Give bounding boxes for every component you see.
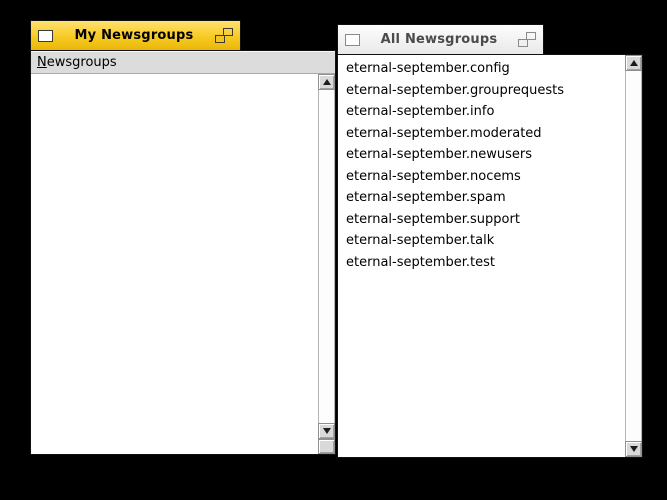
scrollbar-trough[interactable] [625, 71, 642, 441]
resize-icon-front [518, 39, 528, 47]
list-item[interactable]: eternal-september.newusers [338, 144, 625, 166]
window-body-my-newsgroups: Newsgroups [30, 50, 336, 455]
iconify-icon[interactable] [345, 34, 360, 46]
list-item[interactable]: eternal-september.info [338, 101, 625, 123]
scroll-down-button[interactable] [625, 441, 642, 457]
resize-icon-front [215, 35, 225, 43]
vertical-scrollbar [318, 74, 335, 439]
all-newsgroups-list[interactable]: eternal-september.configeternal-septembe… [338, 55, 625, 457]
scroll-up-button[interactable] [318, 74, 335, 90]
scroll-up-button[interactable] [625, 55, 642, 71]
iconify-icon[interactable] [38, 30, 53, 42]
window-title: My Newsgroups [59, 28, 209, 43]
titlebar-all-newsgroups[interactable]: All Newsgroups [337, 24, 544, 55]
scroll-down-icon [630, 446, 638, 452]
list-item[interactable]: eternal-september.config [338, 58, 625, 80]
list-item[interactable]: eternal-september.nocems [338, 166, 625, 188]
list-item[interactable]: eternal-september.moderated [338, 123, 625, 145]
scrollbar-trough[interactable] [318, 90, 335, 423]
my-newsgroups-list[interactable] [31, 74, 318, 454]
menu-newsgroups[interactable]: Newsgroups [31, 51, 123, 74]
list-item[interactable]: eternal-september.grouprequests [338, 80, 625, 102]
scroll-up-icon [323, 79, 331, 85]
list-item[interactable]: eternal-september.spam [338, 187, 625, 209]
resize-grip-button[interactable] [318, 439, 335, 454]
scroll-up-icon [630, 60, 638, 66]
resize-icon[interactable] [215, 28, 233, 43]
list-item[interactable]: eternal-september.talk [338, 230, 625, 252]
list-item[interactable]: eternal-september.support [338, 209, 625, 231]
scroll-down-icon [323, 428, 331, 434]
menubar: Newsgroups [31, 51, 335, 74]
menu-accel: N [37, 55, 47, 70]
resize-icon[interactable] [518, 32, 536, 47]
desktop: My Newsgroups Newsgroups [0, 0, 667, 500]
scroll-down-button[interactable] [318, 423, 335, 439]
window-body-all-newsgroups: eternal-september.configeternal-septembe… [337, 54, 643, 458]
list-item[interactable]: eternal-september.test [338, 252, 625, 274]
window-title: All Newsgroups [366, 32, 512, 47]
menu-label-rest: ewsgroups [47, 55, 117, 70]
titlebar-my-newsgroups[interactable]: My Newsgroups [30, 20, 241, 51]
vertical-scrollbar [625, 55, 642, 457]
